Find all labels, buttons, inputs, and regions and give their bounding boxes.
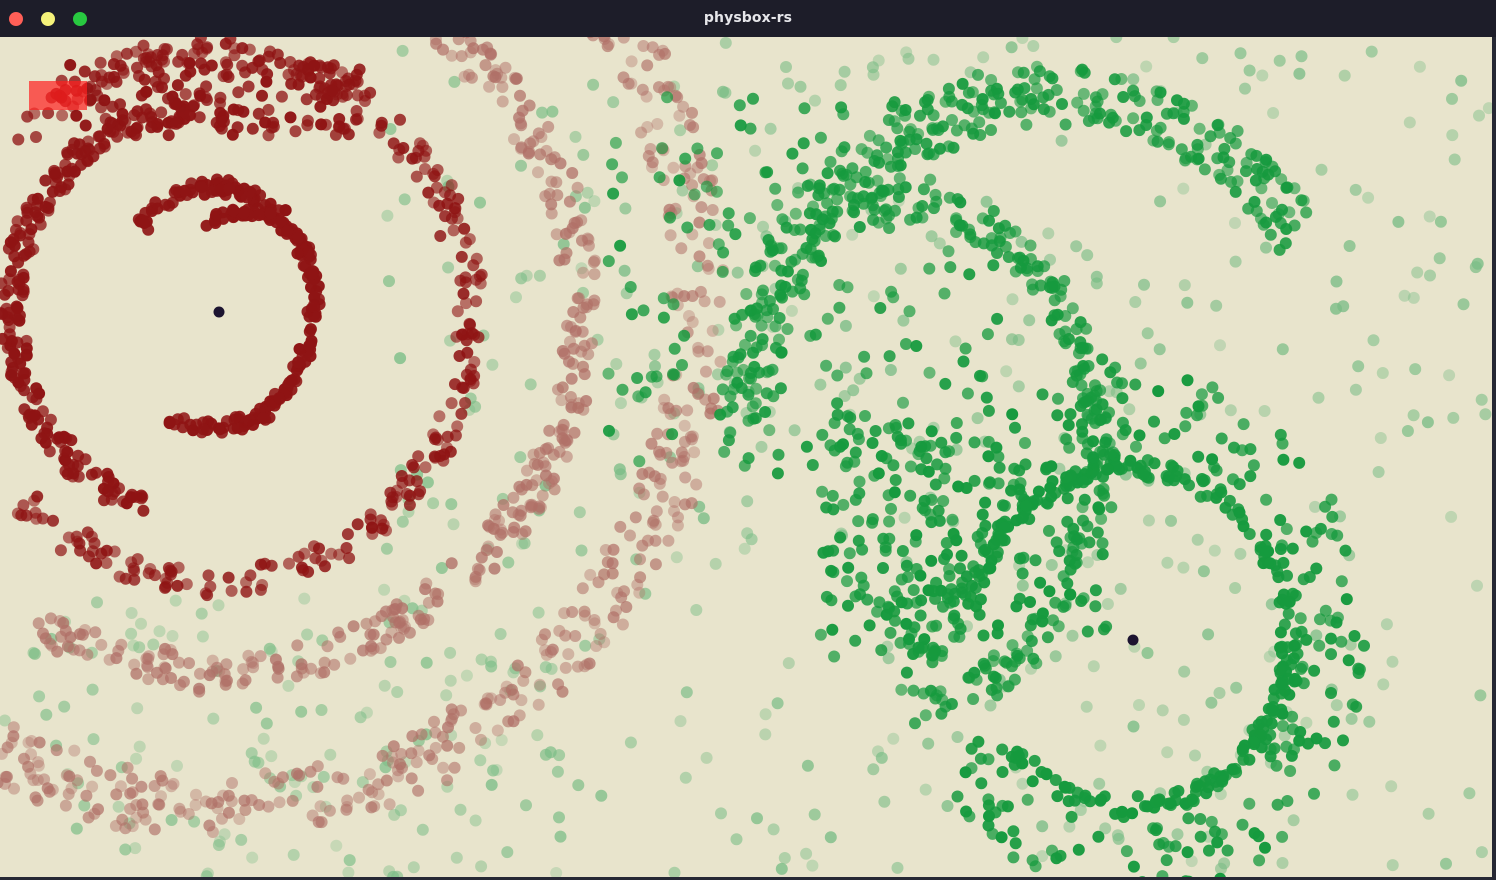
- particle-field[interactable]: [0, 37, 1492, 877]
- attractor-left[interactable]: [213, 306, 225, 318]
- attractor-right[interactable]: [1127, 634, 1139, 646]
- spawn-region: [29, 81, 87, 110]
- simulation-canvas[interactable]: [0, 37, 1492, 877]
- app-window: physbox-rs: [0, 0, 1496, 880]
- window-title: physbox-rs: [703, 10, 793, 26]
- title-bar[interactable]: physbox-rs: [0, 0, 1496, 37]
- window-border-right: [1492, 37, 1496, 880]
